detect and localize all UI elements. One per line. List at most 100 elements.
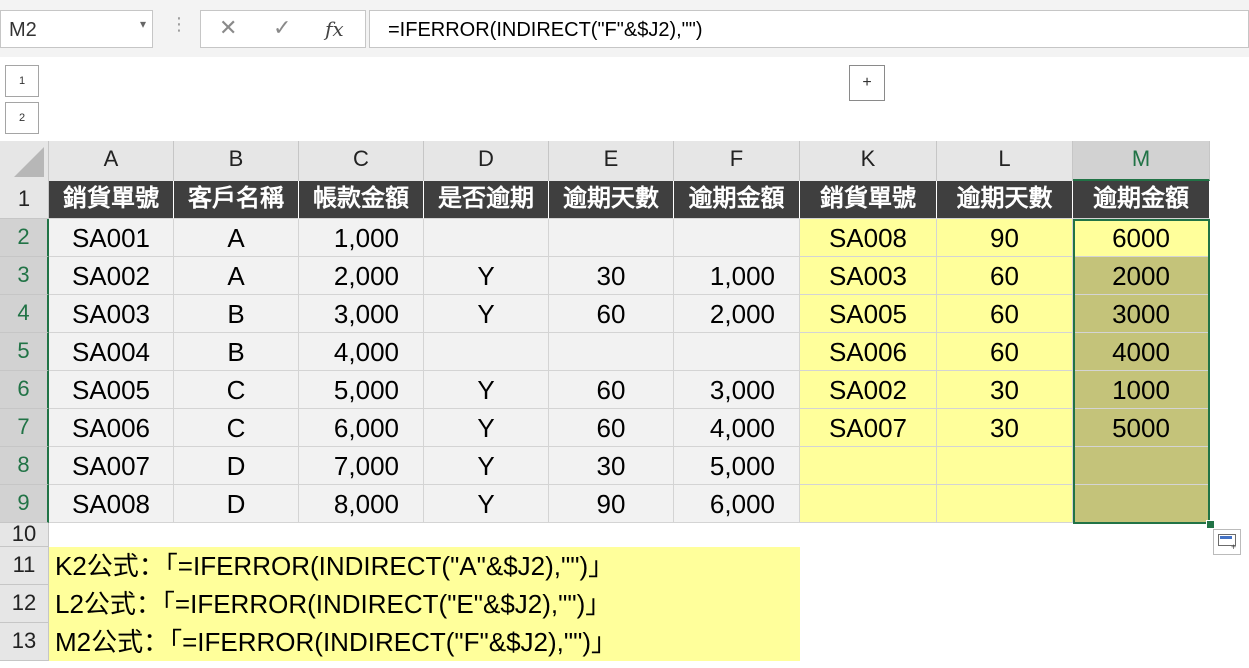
formula-input[interactable]: =IFERROR(INDIRECT("F"&$J2),""): [369, 10, 1249, 48]
cell-c5[interactable]: 4,000: [299, 333, 424, 371]
cell-c2[interactable]: 1,000: [299, 219, 424, 257]
column-header-d[interactable]: D: [424, 141, 549, 181]
cell-m5[interactable]: 4000: [1073, 333, 1210, 371]
cell-m4[interactable]: 3000: [1073, 295, 1210, 333]
cell-c7[interactable]: 6,000: [299, 409, 424, 447]
formula-bar-grip-icon[interactable]: ⋮: [170, 14, 188, 35]
cell-f8[interactable]: 5,000: [674, 447, 800, 485]
cell-a4[interactable]: SA003: [49, 295, 174, 333]
column-header-e[interactable]: E: [549, 141, 674, 181]
row-header-7[interactable]: 7: [0, 409, 49, 447]
row-header-8[interactable]: 8: [0, 447, 49, 485]
column-header-l[interactable]: L: [937, 141, 1073, 181]
cell-d9[interactable]: Y: [424, 485, 549, 523]
cell-k4[interactable]: SA005: [800, 295, 937, 333]
cell-b4[interactable]: B: [174, 295, 299, 333]
cell-f3[interactable]: 1,000: [674, 257, 800, 295]
cell-e2[interactable]: [549, 219, 674, 257]
cell-a2[interactable]: SA001: [49, 219, 174, 257]
formula-note[interactable]: L2公式：「=IFERROR(INDIRECT("E"&$J2),"")」: [49, 585, 800, 623]
formula-note[interactable]: K2公式：「=IFERROR(INDIRECT("A"&$J2),"")」: [49, 547, 800, 585]
cell-c6[interactable]: 5,000: [299, 371, 424, 409]
cell-e5[interactable]: [549, 333, 674, 371]
select-all-button[interactable]: [0, 141, 49, 181]
fill-handle[interactable]: [1206, 520, 1215, 529]
cell-m6[interactable]: 1000: [1073, 371, 1210, 409]
formula-note[interactable]: M2公式：「=IFERROR(INDIRECT("F"&$J2),"")」: [49, 623, 800, 661]
cell-m9[interactable]: [1073, 485, 1210, 523]
cell-e7[interactable]: 60: [549, 409, 674, 447]
cell-b9[interactable]: D: [174, 485, 299, 523]
enter-icon[interactable]: ✓: [273, 15, 291, 41]
row-header-9[interactable]: 9: [0, 485, 49, 523]
cell-e4[interactable]: 60: [549, 295, 674, 333]
cell-k8[interactable]: [800, 447, 937, 485]
cell-b7[interactable]: C: [174, 409, 299, 447]
cell-k5[interactable]: SA006: [800, 333, 937, 371]
insert-function-icon[interactable]: fx: [325, 17, 344, 41]
cell-m8[interactable]: [1073, 447, 1210, 485]
outline-level-2-button[interactable]: 2: [5, 102, 39, 134]
column-header-m[interactable]: M: [1073, 141, 1210, 181]
row-header-4[interactable]: 4: [0, 295, 49, 333]
cell-e3[interactable]: 30: [549, 257, 674, 295]
cell-c8[interactable]: 7,000: [299, 447, 424, 485]
cell-b6[interactable]: C: [174, 371, 299, 409]
cell-l8[interactable]: [937, 447, 1073, 485]
cell-e8[interactable]: 30: [549, 447, 674, 485]
header-cell-k[interactable]: 銷貨單號: [800, 181, 937, 219]
cell-d3[interactable]: Y: [424, 257, 549, 295]
cell-d6[interactable]: Y: [424, 371, 549, 409]
header-cell-b[interactable]: 客戶名稱: [174, 181, 299, 219]
column-header-f[interactable]: F: [674, 141, 800, 181]
column-header-k[interactable]: K: [800, 141, 937, 181]
cell-k7[interactable]: SA007: [800, 409, 937, 447]
cell-k9[interactable]: [800, 485, 937, 523]
cell-f6[interactable]: 3,000: [674, 371, 800, 409]
outline-level-1-button[interactable]: 1: [5, 65, 39, 97]
column-header-c[interactable]: C: [299, 141, 424, 181]
cell-d8[interactable]: Y: [424, 447, 549, 485]
row-header-11[interactable]: 11: [0, 547, 49, 585]
cell-a5[interactable]: SA004: [49, 333, 174, 371]
cell-m7[interactable]: 5000: [1073, 409, 1210, 447]
cell-a3[interactable]: SA002: [49, 257, 174, 295]
cell-k3[interactable]: SA003: [800, 257, 937, 295]
name-box-dropdown-icon[interactable]: ▾: [140, 17, 146, 31]
cell-l2[interactable]: 90: [937, 219, 1073, 257]
cell-b5[interactable]: B: [174, 333, 299, 371]
cell-f9[interactable]: 6,000: [674, 485, 800, 523]
cell-m3[interactable]: 2000: [1073, 257, 1210, 295]
quick-analysis-icon[interactable]: +: [1213, 529, 1241, 555]
header-cell-d[interactable]: 是否逾期: [424, 181, 549, 219]
header-cell-a[interactable]: 銷貨單號: [49, 181, 174, 219]
cell-l3[interactable]: 60: [937, 257, 1073, 295]
cell-a6[interactable]: SA005: [49, 371, 174, 409]
cell-f7[interactable]: 4,000: [674, 409, 800, 447]
cell-l6[interactable]: 30: [937, 371, 1073, 409]
cell-l9[interactable]: [937, 485, 1073, 523]
cell-l5[interactable]: 60: [937, 333, 1073, 371]
row-header-13[interactable]: 13: [0, 623, 49, 661]
expand-group-button[interactable]: +: [849, 65, 885, 101]
header-cell-f[interactable]: 逾期金額: [674, 181, 800, 219]
cell-f4[interactable]: 2,000: [674, 295, 800, 333]
cell-d2[interactable]: [424, 219, 549, 257]
cell-d7[interactable]: Y: [424, 409, 549, 447]
row-header-3[interactable]: 3: [0, 257, 49, 295]
cell-f2[interactable]: [674, 219, 800, 257]
header-cell-c[interactable]: 帳款金額: [299, 181, 424, 219]
header-cell-e[interactable]: 逾期天數: [549, 181, 674, 219]
column-header-a[interactable]: A: [49, 141, 174, 181]
cell-a9[interactable]: SA008: [49, 485, 174, 523]
cell-e9[interactable]: 90: [549, 485, 674, 523]
cell-d4[interactable]: Y: [424, 295, 549, 333]
cell-k2[interactable]: SA008: [800, 219, 937, 257]
row-header-12[interactable]: 12: [0, 585, 49, 623]
cell-a7[interactable]: SA006: [49, 409, 174, 447]
row-header-6[interactable]: 6: [0, 371, 49, 409]
cell-k6[interactable]: SA002: [800, 371, 937, 409]
cell-c9[interactable]: 8,000: [299, 485, 424, 523]
cell-e6[interactable]: 60: [549, 371, 674, 409]
cell-b3[interactable]: A: [174, 257, 299, 295]
